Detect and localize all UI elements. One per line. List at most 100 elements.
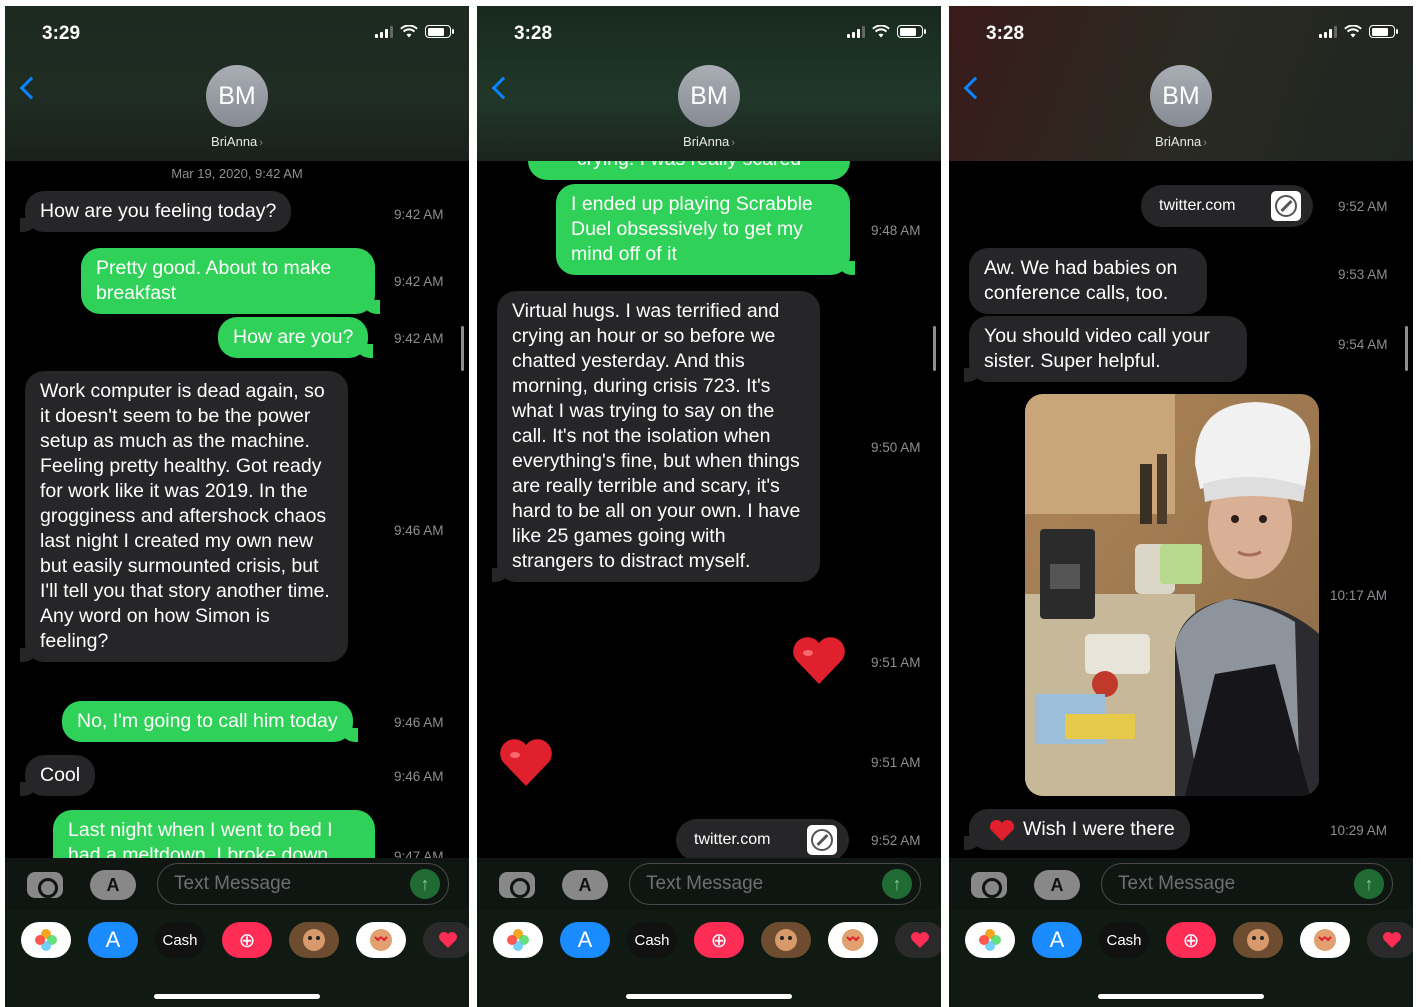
message-list[interactable]: twitter.com 9:52 AM Aw. We had babies on… (949, 161, 1413, 858)
navigation-header: 3:28 BM BriAnna › (477, 6, 941, 161)
app-store-icon[interactable]: A (88, 922, 138, 958)
home-indicator[interactable] (1098, 994, 1264, 999)
search-images-icon[interactable]: ⊕ (222, 922, 272, 958)
message-sent[interactable]: I ended up playing Scrabble Duel obsessi… (556, 184, 855, 275)
app-store-icon[interactable]: A (560, 922, 610, 958)
apple-cash-icon[interactable]: Cash (1099, 922, 1149, 958)
scrollbar[interactable] (933, 326, 936, 371)
app-store-icon[interactable]: A (562, 870, 608, 900)
send-arrow-icon[interactable]: ↑ (1354, 869, 1384, 899)
apple-cash-icon[interactable]: Cash (627, 922, 677, 958)
message-received[interactable]: Cool (19, 755, 96, 796)
message-timestamp: 9:42 AM (394, 331, 444, 346)
wifi-icon (400, 25, 418, 38)
memoji-icon[interactable] (761, 922, 811, 958)
digital-touch-heart-icon[interactable] (895, 922, 941, 958)
message-timestamp: 9:52 AM (1338, 199, 1388, 214)
memoji-stickers-icon[interactable] (828, 922, 878, 958)
cellular-signal-icon (375, 25, 393, 38)
heart-emoji-sent[interactable] (790, 631, 848, 689)
message-input[interactable]: Text Message ↑ (629, 863, 921, 905)
app-store-icon[interactable]: A (90, 870, 136, 900)
link-domain: twitter.com (694, 831, 771, 848)
message-timestamp: 9:53 AM (1338, 267, 1388, 282)
message-timestamp: 9:46 AM (394, 715, 444, 730)
compose-bar: A Text Message ↑ (477, 858, 941, 910)
memoji-stickers-icon[interactable] (356, 922, 406, 958)
heart-emoji-received[interactable] (497, 733, 555, 791)
send-arrow-icon[interactable]: ↑ (882, 869, 912, 899)
status-icons (1319, 25, 1398, 38)
contact-avatar[interactable]: BM (1150, 65, 1212, 127)
digital-touch-heart-icon[interactable] (423, 922, 469, 958)
message-sent[interactable]: Last night when I went to bed I had a me… (53, 810, 375, 858)
digital-touch-heart-icon[interactable] (1367, 922, 1413, 958)
chevron-right-icon: › (731, 137, 735, 149)
photo-attachment[interactable] (1025, 394, 1319, 796)
navigation-header: 3:29 BM BriAnna › (5, 6, 469, 161)
camera-icon[interactable] (499, 872, 535, 898)
link-preview[interactable]: twitter.com (676, 819, 849, 858)
app-drawer: A Cash ⊕ (949, 910, 1413, 1007)
home-indicator[interactable] (154, 994, 320, 999)
back-chevron-icon[interactable] (491, 76, 515, 100)
send-arrow-icon[interactable]: ↑ (410, 869, 440, 899)
conversation-screen-2: 3:28 BM BriAnna› crying. I was really sc… (477, 6, 941, 1007)
scrollbar[interactable] (461, 326, 464, 371)
message-received[interactable]: Work computer is dead again, so it doesn… (20, 371, 348, 662)
back-chevron-icon[interactable] (963, 76, 987, 100)
camera-icon[interactable] (27, 872, 63, 898)
message-timestamp: 10:29 AM (1330, 823, 1388, 838)
home-indicator[interactable] (626, 994, 792, 999)
message-received[interactable]: Virtual hugs. I was terrified and crying… (492, 291, 820, 582)
message-sent[interactable]: Pretty good. About to make breakfast (81, 248, 380, 314)
compose-bar: A Text Message ↑ (5, 858, 469, 910)
contact-name[interactable]: BriAnna › (5, 134, 469, 149)
message-sent[interactable]: crying. I was really scared (528, 161, 850, 180)
message-input[interactable]: Text Message ↑ (157, 863, 449, 905)
chevron-right-icon: › (259, 137, 263, 149)
message-timestamp: 9:46 AM (394, 523, 444, 538)
message-timestamp: 9:51 AM (871, 655, 921, 670)
message-received[interactable]: Wish I were there (964, 809, 1190, 850)
search-images-icon[interactable]: ⊕ (694, 922, 744, 958)
contact-avatar[interactable]: BM (678, 65, 740, 127)
app-store-icon[interactable]: A (1032, 922, 1082, 958)
message-list[interactable]: Mar 19, 2020, 9:42 AM How are you feelin… (5, 161, 469, 858)
status-time: 3:28 (514, 23, 553, 44)
compose-bar: A Text Message ↑ (949, 858, 1413, 910)
message-timestamp: 9:47 AM (394, 849, 444, 858)
photos-app-icon[interactable] (21, 922, 71, 958)
memoji-icon[interactable] (1233, 922, 1283, 958)
app-store-icon[interactable]: A (1034, 870, 1080, 900)
contact-name[interactable]: BriAnna › (949, 134, 1413, 149)
contact-name[interactable]: BriAnna › (477, 134, 941, 149)
photos-app-icon[interactable] (493, 922, 543, 958)
message-received[interactable]: Aw. We had babies on conference calls, t… (969, 248, 1207, 314)
message-sent[interactable]: No, I'm going to call him today (62, 701, 358, 742)
link-preview[interactable]: twitter.com (1141, 185, 1313, 227)
message-input[interactable]: Text Message ↑ (1101, 863, 1393, 905)
camera-icon[interactable] (971, 872, 1007, 898)
conversation-screen-1: 3:29 BM BriAnna › Mar 19, 2020, 9:42 AM H… (5, 6, 469, 1007)
message-timestamp: 10:17 AM (1330, 588, 1388, 603)
message-list[interactable]: crying. I was really scared I ended up p… (477, 161, 941, 858)
message-received[interactable]: How are you feeling today? (19, 191, 292, 232)
photos-app-icon[interactable] (965, 922, 1015, 958)
message-received[interactable]: You should video call your sister. Super… (964, 316, 1247, 382)
app-drawer: A Cash ⊕ (477, 910, 941, 1007)
cellular-signal-icon (1319, 25, 1337, 38)
status-icons (375, 25, 454, 38)
message-timestamp: 9:42 AM (394, 207, 444, 222)
search-images-icon[interactable]: ⊕ (1166, 922, 1216, 958)
scrollbar[interactable] (1405, 326, 1408, 371)
contact-avatar[interactable]: BM (206, 65, 268, 127)
memoji-stickers-icon[interactable] (1300, 922, 1350, 958)
link-domain: twitter.com (1159, 197, 1236, 214)
heart-reaction-icon (989, 819, 1015, 841)
back-chevron-icon[interactable] (19, 76, 43, 100)
memoji-icon[interactable] (289, 922, 339, 958)
apple-cash-icon[interactable]: Cash (155, 922, 205, 958)
message-sent[interactable]: How are you? (218, 317, 374, 358)
battery-icon (425, 25, 454, 38)
